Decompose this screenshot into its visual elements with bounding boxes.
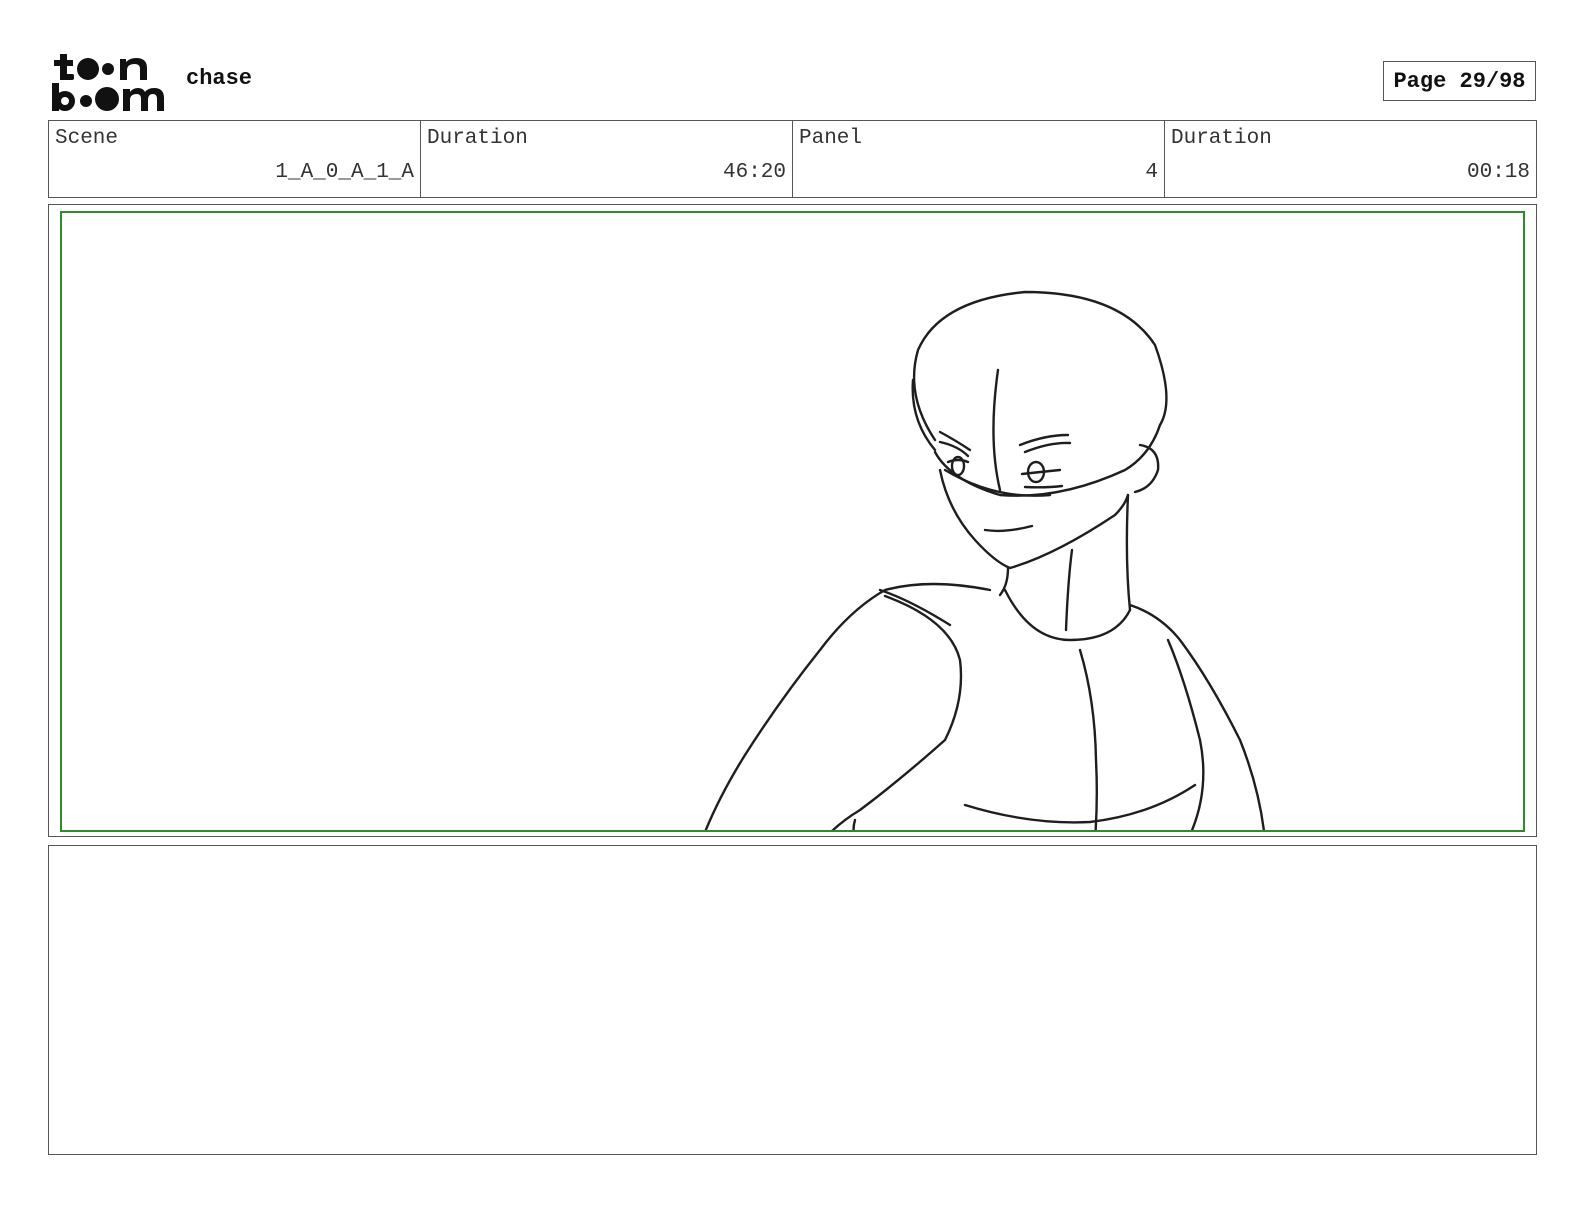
page-number: 29/98 [1459,68,1526,94]
project-title: chase [186,66,253,91]
scene-label: Scene [55,127,119,150]
panel-duration-value: 00:18 [1466,161,1530,184]
scene-value: 1_A_0_A_1_A [275,161,414,184]
scene-duration-value: 46:20 [722,161,786,184]
panel-cell: Panel 4 [793,121,1165,197]
page-label: Page [1393,68,1447,94]
scene-duration-label: Duration [427,127,528,150]
panel-label: Panel [799,127,863,150]
toon-boom-logo [52,54,164,111]
character-sketch [704,290,1266,830]
panel-value: 4 [1145,161,1158,184]
page-indicator: Page 29/98 [1383,61,1536,101]
panel-info-table: Scene 1_A_0_A_1_A Duration 46:20 Panel 4… [48,120,1537,198]
panel-notes-area [48,845,1537,1155]
panel-duration-cell: Duration 00:18 [1165,121,1536,197]
panel-image-area [60,211,1525,832]
scene-duration-cell: Duration 46:20 [421,121,793,197]
scene-cell: Scene 1_A_0_A_1_A [49,121,421,197]
panel-duration-label: Duration [1171,127,1272,150]
